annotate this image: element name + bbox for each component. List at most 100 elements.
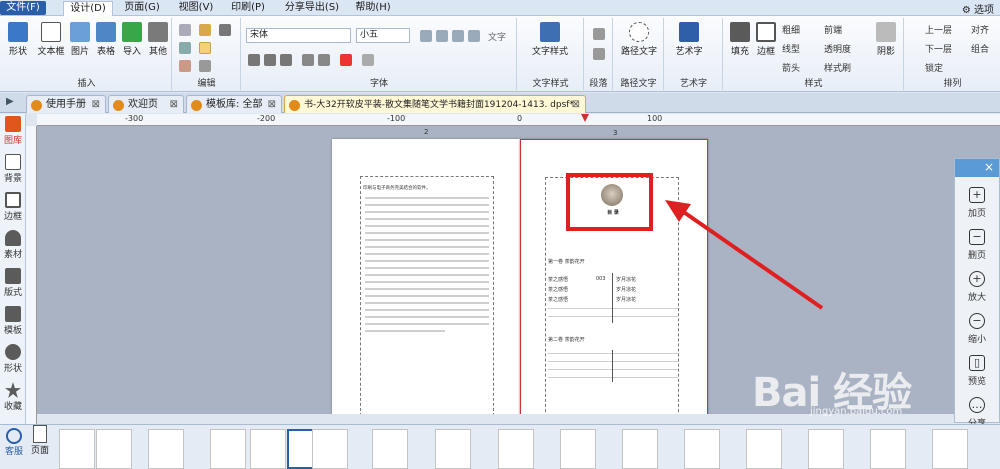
page-thumbnail[interactable] — [59, 429, 95, 469]
weight-option[interactable]: 粗细 — [782, 23, 800, 36]
table-button[interactable]: 表格 — [94, 22, 118, 57]
page-panel-toggle[interactable]: 页面 — [28, 425, 52, 456]
sidebar-item-gallery[interactable]: 图库 — [0, 116, 26, 146]
align-right-icon[interactable] — [452, 30, 464, 42]
insert-group-label: 插入 — [77, 79, 96, 89]
align-center-icon[interactable] — [436, 30, 448, 42]
page-thumbnail[interactable] — [148, 429, 184, 469]
menu-page[interactable]: 页面(G) — [122, 1, 162, 15]
group-button[interactable]: 组合 — [971, 42, 989, 55]
delete-page-button[interactable]: − 删页 — [955, 229, 999, 261]
panel-close-button[interactable]: × — [955, 159, 999, 177]
close-icon[interactable]: ⊠ — [92, 96, 100, 113]
tab-template-library[interactable]: 模板库: 全部 ⊠ — [186, 95, 282, 113]
bring-forward-button[interactable]: 上一层 — [925, 23, 952, 36]
tab-manual[interactable]: 使用手册 ⊠ — [26, 95, 106, 113]
sidebar-toggle-icon[interactable]: ▶ — [6, 96, 14, 107]
select-pointer-icon[interactable] — [199, 42, 211, 54]
textbox-button[interactable]: 文本框 — [36, 22, 66, 57]
menu-view[interactable]: 视图(V) — [176, 1, 216, 15]
paragraph-icon[interactable] — [593, 28, 605, 40]
path-text-button[interactable]: 路径文字 — [616, 22, 662, 57]
font-color-icon[interactable] — [340, 54, 352, 66]
options-button[interactable]: ⚙ 选项 — [962, 1, 994, 16]
art-text-group-label: 艺术字 — [679, 79, 707, 89]
copy-icon[interactable] — [179, 42, 191, 54]
image-button[interactable]: 图片 — [68, 22, 92, 57]
menu-print[interactable]: 印刷(P) — [228, 1, 268, 15]
page-thumbnail[interactable] — [96, 429, 132, 469]
border-button[interactable]: 边框 — [754, 22, 778, 57]
align-justify-icon[interactable] — [468, 30, 480, 42]
align-button[interactable]: 对齐 — [971, 23, 989, 36]
text-style-icon — [540, 22, 560, 42]
page-thumbnail[interactable] — [560, 429, 596, 469]
front-end-option[interactable]: 前端 — [824, 23, 842, 36]
bold-icon[interactable] — [248, 54, 260, 66]
page-thumbnail[interactable] — [622, 429, 658, 469]
menu-design[interactable]: 设计(D) — [63, 1, 113, 16]
superscript-icon[interactable] — [302, 54, 314, 66]
lock-button[interactable]: 锁定 — [925, 61, 943, 74]
sidebar-item-shape[interactable]: 形状 — [0, 344, 26, 374]
line-spacing-icon[interactable] — [593, 48, 605, 60]
preview-button[interactable]: ▯ 预览 — [955, 355, 999, 387]
close-icon[interactable]: ⊠ — [268, 96, 276, 113]
menu-help[interactable]: 帮助(H) — [353, 1, 393, 15]
menu-file[interactable]: 文件(F) — [0, 1, 46, 15]
shadow-button[interactable]: 阴影 — [874, 22, 898, 57]
sidebar-item-favorites[interactable]: 收藏 — [0, 382, 26, 412]
close-icon[interactable]: ⊠ — [572, 96, 580, 113]
left-text-frame[interactable]: 印刷与电子商务完美结合的软件。 — [360, 176, 494, 414]
page-thumbnail[interactable] — [746, 429, 782, 469]
page-thumbnail[interactable] — [808, 429, 844, 469]
italic-icon[interactable] — [264, 54, 276, 66]
customer-service-button[interactable]: 客服 — [2, 428, 26, 457]
sidebar-item-border[interactable]: 边框 — [0, 192, 26, 222]
page-thumbnail[interactable] — [372, 429, 408, 469]
opacity-option[interactable]: 透明度 — [824, 42, 851, 55]
page-thumbnail[interactable] — [870, 429, 906, 469]
left-page[interactable]: 2 印刷与电子商务完美结合的软件。 — [332, 128, 520, 414]
font-family-select[interactable]: 宋体 — [246, 28, 351, 43]
page-thumbnail[interactable] — [684, 429, 720, 469]
align-left-icon[interactable] — [420, 30, 432, 42]
subscript-icon[interactable] — [318, 54, 330, 66]
zoom-out-button[interactable]: − 缩小 — [955, 313, 999, 345]
page-thumbnail[interactable] — [250, 429, 286, 469]
tab-active-document[interactable]: 书-大32开软皮平装-散文集随笔文学书籍封面191204-1413. dpsf*… — [284, 95, 586, 113]
zoom-in-button[interactable]: + 放大 — [955, 271, 999, 303]
paste-icon[interactable] — [179, 60, 191, 72]
page-thumbnail[interactable] — [312, 429, 348, 469]
fill-button[interactable]: 填充 — [728, 22, 752, 57]
grid-icon[interactable] — [219, 24, 231, 36]
sidebar-item-template[interactable]: 模板 — [0, 306, 26, 336]
sidebar-item-layout[interactable]: 版式 — [0, 268, 26, 298]
ruler-marker-icon[interactable] — [581, 114, 589, 122]
page-thumbnail[interactable] — [498, 429, 534, 469]
underline-icon[interactable] — [280, 54, 292, 66]
add-page-button[interactable]: + 加页 — [955, 187, 999, 219]
menu-share-export[interactable]: 分享导出(S) — [282, 1, 342, 15]
text-style-button[interactable]: 文字样式 — [524, 22, 576, 57]
close-icon[interactable]: ⊠ — [170, 96, 178, 113]
page-thumbnail[interactable] — [210, 429, 246, 469]
line-type-option[interactable]: 线型 — [782, 42, 800, 55]
arrow-option[interactable]: 箭头 — [782, 61, 800, 74]
delete-icon[interactable] — [199, 60, 211, 72]
hand-icon[interactable] — [199, 24, 211, 36]
import-button[interactable]: 导入 — [120, 22, 144, 57]
tab-welcome[interactable]: 欢迎页 ⊠ — [108, 95, 184, 113]
page-thumbnail[interactable] — [932, 429, 968, 469]
page-thumbnail[interactable] — [435, 429, 471, 469]
shape-button[interactable]: 形状 — [6, 22, 30, 57]
sidebar-item-material[interactable]: 素材 — [0, 230, 26, 260]
art-text-button[interactable]: 艺术字 — [669, 22, 709, 57]
cut-icon[interactable] — [179, 24, 191, 36]
sidebar-item-background[interactable]: 背景 — [0, 154, 26, 184]
style-brush-option[interactable]: 样式刷 — [824, 61, 851, 74]
other-button[interactable]: 其他 — [146, 22, 170, 57]
spacing-icon[interactable] — [362, 54, 374, 66]
send-backward-button[interactable]: 下一层 — [925, 42, 952, 55]
font-size-select[interactable]: 小五 — [356, 28, 410, 43]
